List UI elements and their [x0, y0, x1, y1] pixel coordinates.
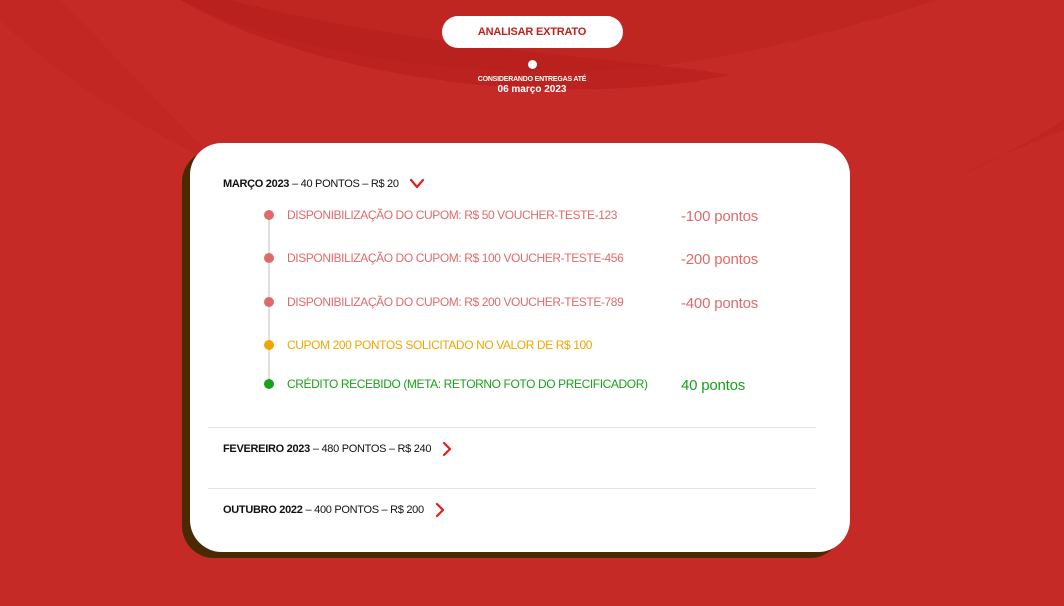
pending-bullet-icon: [264, 340, 274, 350]
entry-points: -200 pontos: [681, 251, 759, 268]
entry-points: -400 pontos: [681, 295, 759, 312]
cutoff-date: 06 março 2023: [497, 84, 567, 95]
statement-entry: DISPONIBILIZAÇÃO DO CUPOM: R$ 50 VOUCHER…: [264, 208, 617, 222]
month-name: FEVEREIRO 2023: [223, 443, 310, 455]
month-summary: – 400 PONTOS – R$ 200: [305, 504, 425, 516]
month-header-fevereiro-2023[interactable]: FEVEREIRO 2023 – 480 PONTOS – R$ 240: [223, 441, 455, 457]
month-name: MARÇO 2023: [223, 178, 290, 190]
month-header-outubro-2022[interactable]: OUTUBRO 2022 – 400 PONTOS – R$ 200: [223, 502, 448, 518]
month-summary: – 480 PONTOS – R$ 240: [312, 443, 432, 455]
statement-card: MARÇO 2023 – 40 PONTOS – R$ 20 DISPONIBI…: [190, 143, 850, 552]
entry-points: 40 pontos: [681, 377, 746, 394]
divider: [208, 427, 816, 428]
month-name: OUTUBRO 2022: [223, 504, 303, 516]
divider: [208, 488, 816, 489]
chevron-right-icon[interactable]: [439, 441, 455, 457]
month-summary: – 40 PONTOS – R$ 20: [292, 178, 399, 190]
statement-entry: DISPONIBILIZAÇÃO DO CUPOM: R$ 100 VOUCHE…: [264, 251, 624, 265]
debit-bullet-icon: [264, 297, 274, 307]
debit-bullet-icon: [264, 253, 274, 263]
entry-description: DISPONIBILIZAÇÃO DO CUPOM: R$ 50 VOUCHER…: [287, 208, 618, 222]
top-section: ANALISAR EXTRATO CONSIDERANDO ENTREGAS A…: [0, 16, 1064, 95]
chevron-right-icon[interactable]: [432, 502, 448, 518]
credit-bullet-icon: [264, 379, 274, 389]
debit-bullet-icon: [264, 210, 274, 220]
chevron-down-icon[interactable]: [409, 176, 425, 192]
statement-entry: CUPOM 200 PONTOS SOLICITADO NO VALOR DE …: [264, 338, 592, 352]
month-header-marco-2023[interactable]: MARÇO 2023 – 40 PONTOS – R$ 20: [223, 176, 425, 192]
analyze-statement-button[interactable]: ANALISAR EXTRATO: [441, 16, 623, 48]
statement-entry: CRÉDITO RECEBIDO (META: RETORNO FOTO DO …: [264, 377, 648, 391]
entry-description: DISPONIBILIZAÇÃO DO CUPOM: R$ 100 VOUCHE…: [287, 251, 624, 265]
entry-points: -100 pontos: [681, 208, 759, 225]
indicator-dot: [527, 60, 537, 69]
considering-label: CONSIDERANDO ENTREGAS ATÉ: [477, 76, 587, 83]
entry-description: CRÉDITO RECEBIDO (META: RETORNO FOTO DO …: [287, 377, 648, 391]
entry-description: DISPONIBILIZAÇÃO DO CUPOM: R$ 200 VOUCHE…: [287, 295, 624, 309]
entry-description: CUPOM 200 PONTOS SOLICITADO NO VALOR DE …: [287, 338, 593, 352]
statement-entry: DISPONIBILIZAÇÃO DO CUPOM: R$ 200 VOUCHE…: [264, 295, 624, 309]
